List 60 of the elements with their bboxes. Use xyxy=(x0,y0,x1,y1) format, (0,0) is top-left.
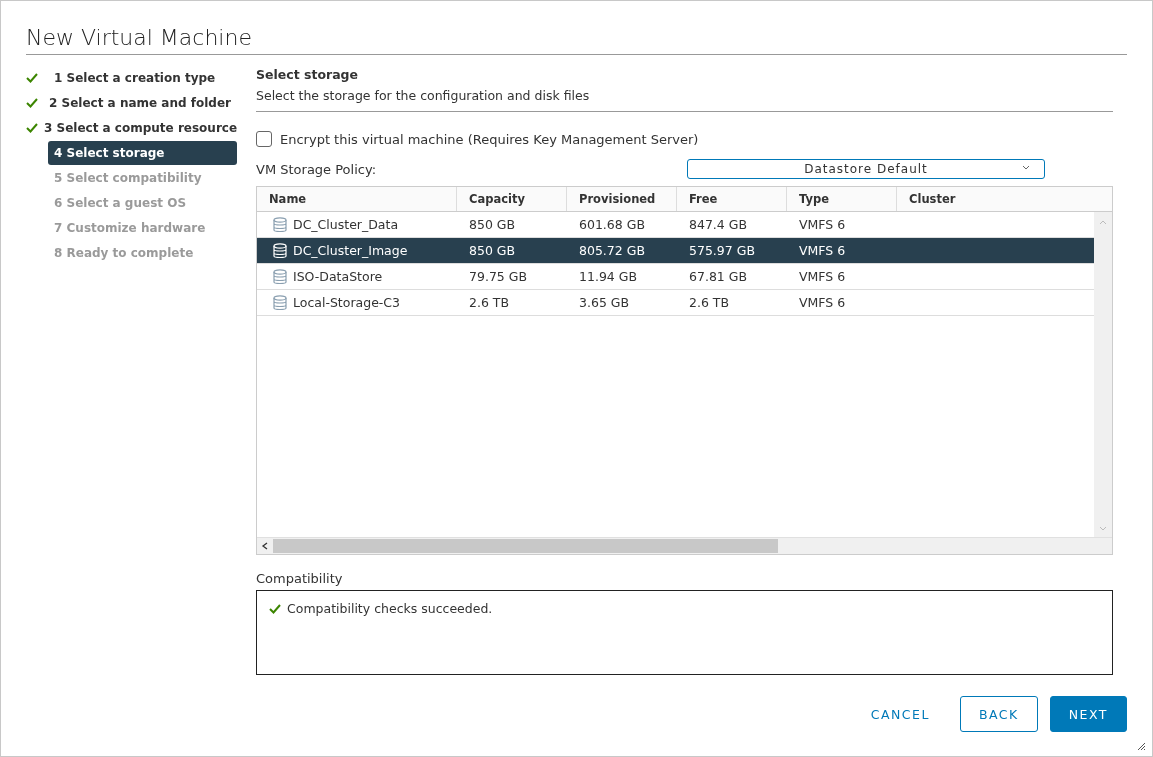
resize-grip-icon[interactable] xyxy=(1137,742,1146,751)
wizard-step[interactable]: 4 Select storage xyxy=(48,140,237,165)
table-row[interactable]: Local-Storage-C3 2.6 TB 3.65 GB 2.6 TB VMFS 6 xyxy=(257,290,1094,316)
table-cell: DC_Cluster_Image xyxy=(293,243,408,258)
check-icon xyxy=(26,72,38,83)
table-cell: 67.81 GB xyxy=(689,269,748,284)
check-icon xyxy=(26,122,38,133)
policy-label: VM Storage Policy: xyxy=(256,161,377,177)
table-cell: 2.6 TB xyxy=(469,295,510,310)
column-header[interactable]: Provisioned xyxy=(567,187,677,211)
dialog-title: New Virtual Machine xyxy=(26,25,1127,55)
database-icon xyxy=(273,294,287,311)
table-cell: VMFS 6 xyxy=(799,295,846,310)
vertical-scrollbar[interactable] xyxy=(1094,212,1112,537)
page-heading: Select storage xyxy=(256,67,359,82)
table-cell: 2.6 TB xyxy=(689,295,730,310)
compatibility-label: Compatibility xyxy=(256,571,344,586)
table-cell: 3.65 GB xyxy=(579,295,630,310)
check-icon xyxy=(26,97,38,108)
database-icon xyxy=(273,242,287,259)
column-header[interactable]: Type xyxy=(787,187,897,211)
database-icon xyxy=(273,268,287,285)
table-cell: VMFS 6 xyxy=(799,243,846,258)
table-cell: 805.72 GB xyxy=(579,243,645,258)
encrypt-label: Encrypt this virtual machine (Requires Key Management Server) xyxy=(280,131,699,147)
table-cell: 11.94 GB xyxy=(579,269,638,284)
table-cell: 575.97 GB xyxy=(689,243,755,258)
horizontal-scrollbar[interactable] xyxy=(257,537,1112,554)
scroll-up-icon[interactable] xyxy=(1098,218,1108,226)
table-row[interactable]: ISO-DataStore 79.75 GB 11.94 GB 67.81 GB VMFS 6 xyxy=(257,264,1094,290)
success-check-icon xyxy=(269,603,281,614)
table-cell: VMFS 6 xyxy=(799,217,846,232)
policy-dropdown[interactable]: Datastore Default xyxy=(687,159,1045,179)
table-cell: 847.4 GB xyxy=(689,217,748,232)
scrollbar-thumb[interactable] xyxy=(273,539,778,553)
table-cell: 601.68 GB xyxy=(579,217,645,232)
table-cell: VMFS 6 xyxy=(799,269,846,284)
wizard-step[interactable]: 3 Select a compute resource xyxy=(38,115,244,140)
table-row[interactable]: DC_Cluster_Image 850 GB 805.72 GB 575.97 GB VMFS 6 xyxy=(257,238,1094,264)
table-cell: Local-Storage-C3 xyxy=(293,295,400,310)
encrypt-checkbox[interactable] xyxy=(256,131,272,147)
scroll-down-icon[interactable] xyxy=(1098,525,1108,533)
column-header[interactable]: Free xyxy=(677,187,787,211)
back-button[interactable]: BACK xyxy=(959,696,1038,732)
table-cell: 850 GB xyxy=(469,243,516,258)
caret-icon xyxy=(1022,165,1030,171)
table-cell: DC_Cluster_Data xyxy=(293,217,399,232)
wizard-step[interactable]: 2 Select a name and folder xyxy=(43,90,237,115)
database-icon xyxy=(273,216,287,233)
table-cell: 850 GB xyxy=(469,217,516,232)
column-header[interactable]: Capacity xyxy=(457,187,567,211)
page-description: Select the storage for the configuration and disk files xyxy=(256,88,1113,112)
compatibility-message: Compatibility checks succeeded. xyxy=(287,601,493,616)
table-cell: ISO-DataStore xyxy=(293,269,383,284)
column-header[interactable]: Name xyxy=(257,187,457,211)
table-cell: 79.75 GB xyxy=(469,269,528,284)
cancel-button[interactable]: CANCEL xyxy=(852,696,948,732)
wizard-step[interactable]: 1 Select a creation type xyxy=(48,65,237,90)
column-header[interactable]: Cluster xyxy=(897,187,1093,211)
next-button[interactable]: NEXT xyxy=(1049,696,1127,732)
